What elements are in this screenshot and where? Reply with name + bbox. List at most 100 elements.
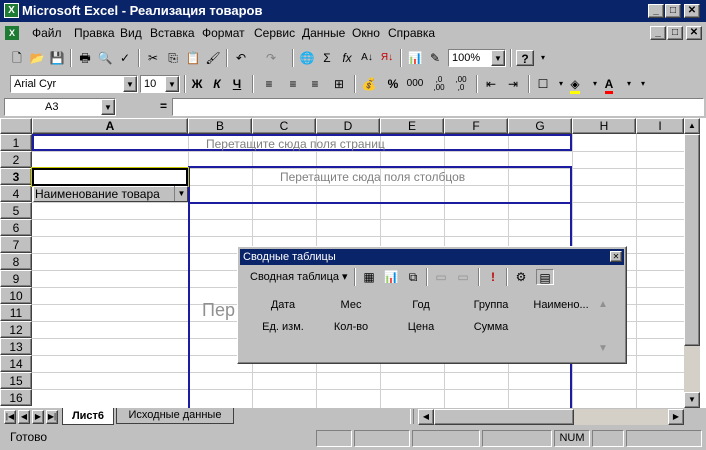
row-header[interactable]: 6 — [0, 219, 32, 236]
scroll-down-icon[interactable]: ▼ — [684, 392, 700, 408]
row-header[interactable]: 15 — [0, 372, 32, 389]
equals-icon[interactable]: = — [160, 99, 167, 113]
row-field-button[interactable]: Наименование товара ▼ — [33, 186, 188, 202]
refresh-data-icon[interactable]: ! — [484, 269, 502, 285]
new-icon[interactable]: 🗋 — [8, 50, 26, 66]
field-settings-icon[interactable]: ⚙ — [512, 269, 530, 285]
pivot-menu-button[interactable]: Сводная таблица ▾ — [250, 270, 348, 283]
spelling-icon[interactable]: ✓ — [116, 50, 134, 66]
help-icon[interactable]: ? — [516, 50, 534, 66]
pivot-toolbar[interactable]: Сводные таблицы ✕ Сводная таблица ▾ ▦ 📊 … — [237, 246, 627, 364]
scroll-right-icon[interactable]: ▶ — [668, 409, 684, 425]
select-all-button[interactable] — [0, 118, 32, 134]
print-icon[interactable]: 🖶 — [76, 50, 94, 66]
zoom-select[interactable]: 100% ▼ — [448, 49, 506, 67]
pivot-field[interactable]: Сумма — [456, 321, 526, 333]
align-left-icon[interactable]: ≡ — [260, 76, 278, 92]
menu-file[interactable]: Файл — [32, 26, 62, 40]
pivot-field[interactable]: Наимено... — [526, 299, 596, 311]
scroll-up-icon[interactable]: ▲ — [598, 299, 608, 310]
doc-restore-button[interactable]: □ — [667, 26, 683, 40]
pivot-field[interactable]: Группа — [456, 299, 526, 311]
increase-decimal-button[interactable]: ,0 ,00 — [430, 76, 448, 92]
decrease-indent-icon[interactable]: ⇤ — [482, 76, 500, 92]
close-button[interactable]: ✕ — [684, 4, 700, 18]
scroll-left-icon[interactable]: ◀ — [418, 409, 434, 425]
toolbar-options-icon[interactable]: ▾ — [634, 76, 652, 92]
menu-edit[interactable]: Правка — [74, 26, 115, 40]
copy-icon[interactable]: ⎘ — [164, 50, 182, 66]
first-sheet-icon[interactable]: |◀ — [4, 410, 16, 424]
pivot-field[interactable]: Цена — [386, 321, 456, 333]
italic-button[interactable]: К — [208, 76, 226, 92]
column-header[interactable]: E — [380, 118, 444, 134]
borders-icon[interactable]: ☐ — [534, 76, 552, 92]
row-header[interactable]: 10 — [0, 287, 32, 304]
pivot-field[interactable]: Ед. изм. — [248, 321, 318, 333]
hyperlink-icon[interactable]: 🌐 — [298, 50, 316, 66]
show-detail-icon[interactable]: ▭ — [454, 269, 472, 285]
row-header[interactable]: 14 — [0, 355, 32, 372]
chart-wizard-icon[interactable]: 📊 — [406, 50, 424, 66]
column-header[interactable]: B — [188, 118, 252, 134]
column-header[interactable]: C — [252, 118, 316, 134]
bold-button[interactable]: Ж — [188, 76, 206, 92]
pivot-field[interactable]: Дата — [248, 299, 318, 311]
decrease-decimal-button[interactable]: ,00 ,0 — [452, 76, 470, 92]
drawing-icon[interactable]: ✎ — [426, 50, 444, 66]
autosum-icon[interactable]: Σ — [318, 50, 336, 66]
sheet-tab[interactable]: Исходные данные — [116, 408, 234, 424]
column-header[interactable]: A — [32, 118, 188, 134]
column-fields-drop-zone[interactable]: Перетащите сюда поля столбцов — [188, 166, 572, 202]
row-header[interactable]: 2 — [0, 151, 32, 168]
thousands-button[interactable]: 000 — [406, 76, 424, 92]
menu-help[interactable]: Справка — [388, 26, 435, 40]
align-center-icon[interactable]: ≡ — [284, 76, 302, 92]
menu-data[interactable]: Данные — [302, 26, 345, 40]
format-painter-icon[interactable]: 🖌 — [204, 50, 222, 66]
hide-detail-icon[interactable]: ▭ — [432, 269, 450, 285]
sort-desc-icon[interactable]: Я↓ — [378, 50, 396, 66]
pivot-field[interactable]: Кол-во — [316, 321, 386, 333]
row-header[interactable]: 11 — [0, 304, 32, 321]
increase-indent-icon[interactable]: ⇥ — [504, 76, 522, 92]
fill-color-icon[interactable]: ◈ — [566, 76, 584, 94]
pivot-wizard-icon[interactable]: ⧉ — [404, 269, 422, 285]
row-header[interactable]: 16 — [0, 389, 32, 406]
horizontal-scrollbar[interactable]: ◀ ▶ — [418, 409, 684, 425]
menu-insert[interactable]: Вставка — [150, 26, 195, 40]
currency-icon[interactable]: 💰 — [360, 76, 378, 92]
sheet-tab-active[interactable]: Лист6 — [62, 408, 114, 425]
column-header[interactable]: F — [444, 118, 508, 134]
chevron-down-icon[interactable]: ▼ — [101, 99, 115, 115]
pivot-field[interactable]: Мес — [316, 299, 386, 311]
close-icon[interactable]: ✕ — [610, 251, 622, 262]
minimize-button[interactable]: _ — [648, 4, 664, 18]
percent-button[interactable]: % — [384, 76, 402, 92]
field-list-icon[interactable]: ▤ — [536, 269, 554, 285]
font-color-icon[interactable]: A — [600, 76, 618, 94]
row-header[interactable]: 13 — [0, 338, 32, 355]
paste-icon[interactable]: 📋 — [184, 50, 202, 66]
pivot-field[interactable]: Год — [386, 299, 456, 311]
format-report-icon[interactable]: ▦ — [360, 269, 378, 285]
chevron-down-icon[interactable]: ▼ — [165, 76, 179, 92]
menu-tools[interactable]: Сервис — [254, 26, 295, 40]
row-header[interactable]: 4 — [0, 185, 32, 202]
row-header[interactable]: 3 — [0, 168, 32, 185]
prev-sheet-icon[interactable]: ◀ — [18, 410, 30, 424]
font-select[interactable]: Arial Cyr ▼ — [10, 75, 138, 93]
function-icon[interactable]: fx — [338, 50, 356, 66]
column-header[interactable]: D — [316, 118, 380, 134]
name-box[interactable]: A3 ▼ — [4, 98, 116, 116]
next-sheet-icon[interactable]: ▶ — [32, 410, 44, 424]
scroll-up-icon[interactable]: ▲ — [684, 118, 700, 134]
chevron-down-icon[interactable]: ▼ — [491, 50, 505, 66]
scroll-down-icon[interactable]: ▼ — [598, 343, 608, 354]
save-icon[interactable]: 💾 — [48, 50, 66, 66]
row-header[interactable]: 7 — [0, 236, 32, 253]
chevron-down-icon[interactable]: ▼ — [174, 186, 188, 201]
doc-minimize-button[interactable]: _ — [650, 26, 666, 40]
active-cell-a3[interactable] — [31, 167, 189, 187]
menu-window[interactable]: Окно — [352, 26, 380, 40]
